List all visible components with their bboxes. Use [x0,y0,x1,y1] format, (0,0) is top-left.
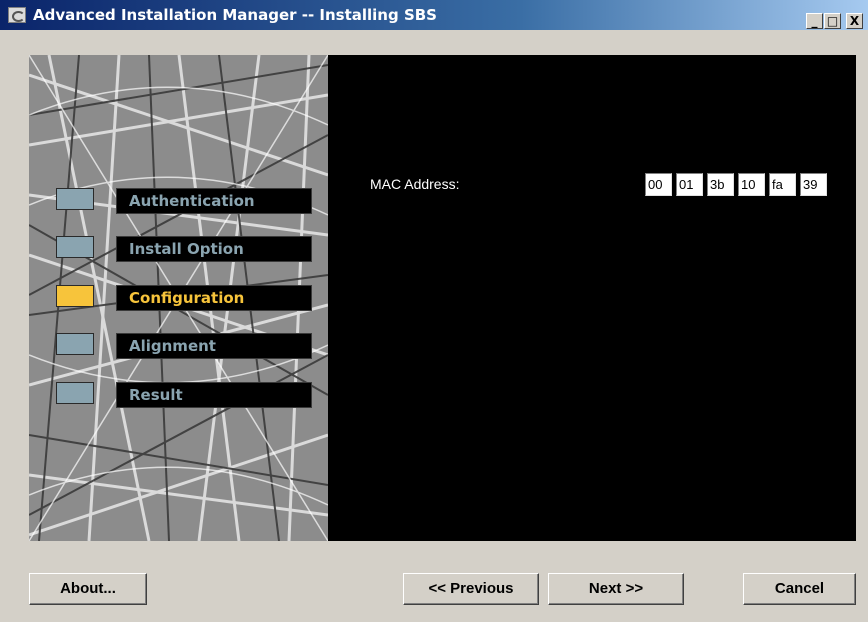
title-bar: Advanced Installation Manager -- Install… [0,0,868,30]
maximize-button[interactable]: □ [824,13,841,29]
step-install-option: Install Option [56,236,312,262]
step-authentication: Authentication [56,188,312,214]
step-indicator [56,236,94,258]
previous-button[interactable]: << Previous [403,573,539,605]
step-indicator [56,333,94,355]
step-label: Install Option [116,236,312,262]
step-indicator-active [56,285,94,307]
step-result: Result [56,382,312,408]
app-icon[interactable] [8,7,26,23]
about-button[interactable]: About... [29,573,147,605]
minimize-button[interactable]: _ [806,13,823,29]
mac-octet-2-field[interactable]: 01 [676,173,703,196]
step-alignment: Alignment [56,333,312,359]
mac-octet-5-field[interactable]: fa [769,173,796,196]
cancel-button[interactable]: Cancel [743,573,856,605]
mac-address-label: MAC Address: [370,176,460,192]
mac-octet-4-field[interactable]: 10 [738,173,765,196]
mac-octet-6-field[interactable]: 39 [800,173,827,196]
step-label: Configuration [116,285,312,311]
mac-octet-1-field[interactable]: 00 [645,173,672,196]
step-indicator [56,382,94,404]
mac-octet-3-field[interactable]: 3b [707,173,734,196]
window-title: Advanced Installation Manager -- Install… [33,6,437,24]
close-button[interactable]: X [846,13,863,29]
step-configuration: Configuration [56,285,312,311]
step-label: Authentication [116,188,312,214]
step-label: Alignment [116,333,312,359]
step-indicator [56,188,94,210]
step-label: Result [116,382,312,408]
next-button[interactable]: Next >> [548,573,684,605]
